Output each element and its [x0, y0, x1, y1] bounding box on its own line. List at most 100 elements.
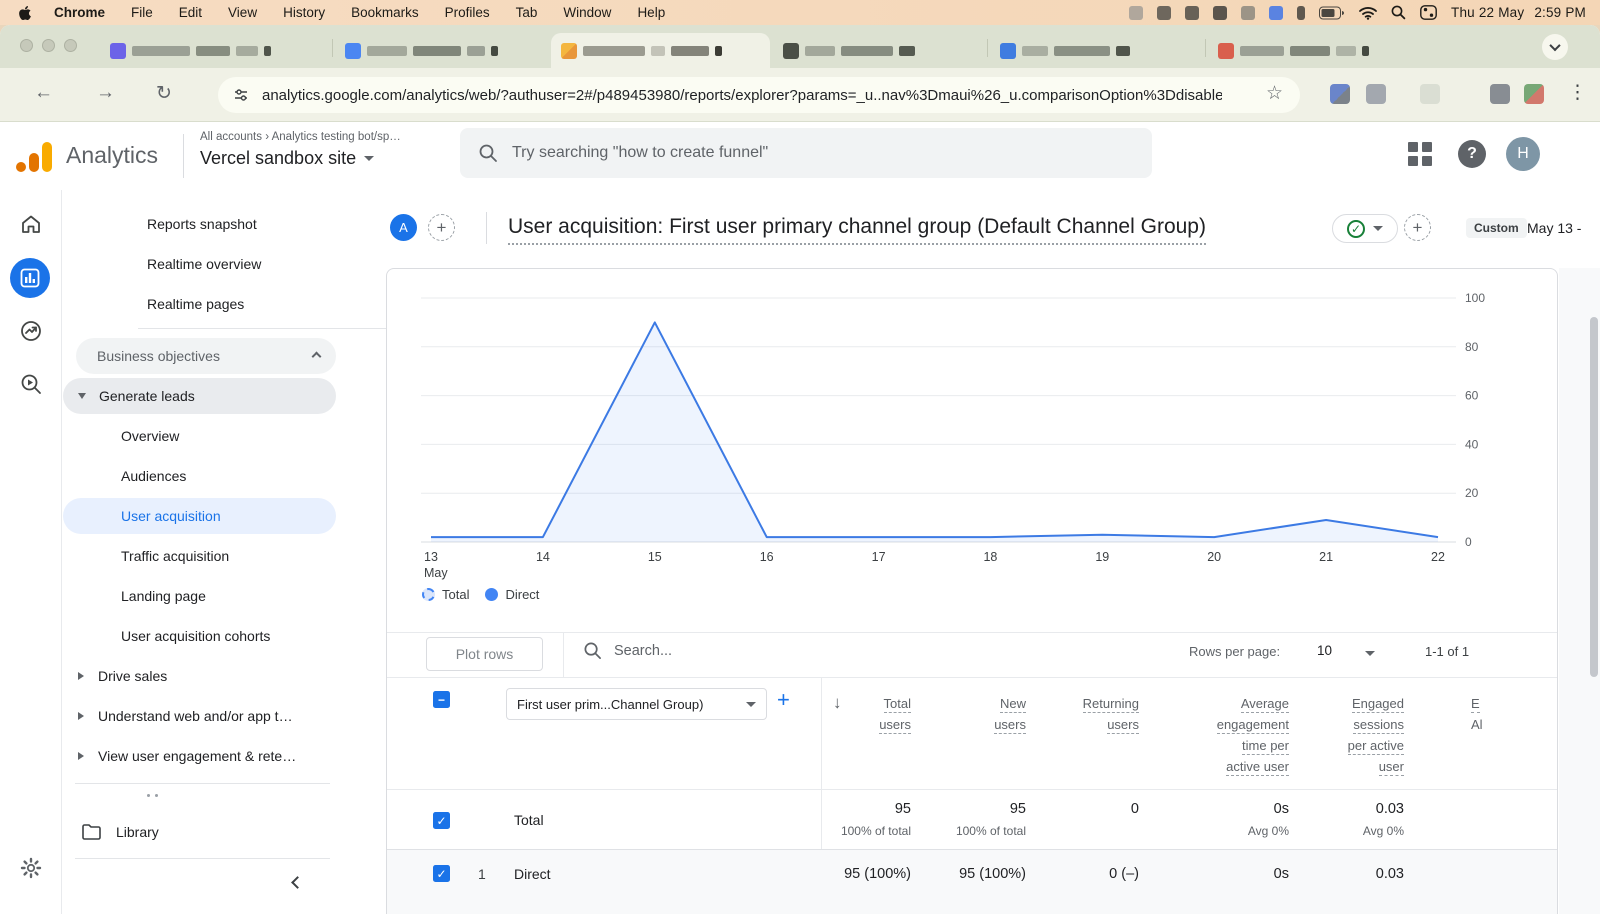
breadcrumb-account[interactable]: Analytics testing bot/sp… [272, 131, 401, 143]
legend-direct[interactable]: Direct [485, 587, 539, 602]
menubar-app-icon[interactable] [1185, 6, 1199, 20]
report-status-pill[interactable]: ✓ [1332, 214, 1398, 243]
row-checkbox[interactable]: ✓ [433, 865, 450, 882]
address-bar[interactable]: analytics.google.com/analytics/web/?auth… [218, 77, 1300, 113]
menu-edit[interactable]: Edit [179, 5, 202, 20]
menubar-date[interactable]: Thu 22 May [1451, 5, 1524, 20]
nav-audiences[interactable]: Audiences [121, 462, 186, 490]
date-range-value[interactable]: May 13 - [1527, 220, 1581, 236]
zoom-window-button[interactable] [64, 39, 77, 52]
group-understand-web-app[interactable]: Understand web and/or app t… [78, 702, 293, 730]
browser-tab[interactable] [990, 33, 1203, 68]
report-title[interactable]: User acquisition: First user primary cha… [508, 215, 1206, 245]
column-header-avg-engagement-time[interactable]: Averageengagement time peractive user [1217, 693, 1289, 777]
forward-button[interactable]: → [96, 82, 115, 104]
column-header-total-users[interactable]: Totalusers [879, 693, 911, 735]
menubar-app-icon[interactable] [1213, 6, 1227, 20]
column-header-new-users[interactable]: Newusers [994, 693, 1026, 735]
collapse-sidebar-button[interactable] [293, 874, 302, 890]
extension-icon[interactable] [1490, 84, 1510, 104]
bookmark-star-icon[interactable]: ☆ [1266, 82, 1283, 105]
menu-help[interactable]: Help [637, 5, 665, 20]
reload-button[interactable]: ↻ [156, 82, 172, 105]
account-avatar[interactable]: H [1506, 137, 1540, 171]
nav-traffic-acquisition[interactable]: Traffic acquisition [121, 542, 229, 570]
apps-grid-icon[interactable] [1408, 142, 1432, 166]
tab-search-chevron-button[interactable] [1542, 34, 1568, 60]
url-text[interactable]: analytics.google.com/analytics/web/?auth… [262, 87, 1222, 104]
table-search-input[interactable] [614, 643, 914, 659]
help-icon[interactable]: ? [1458, 140, 1486, 168]
add-dimension-button[interactable]: + [777, 687, 790, 713]
spotlight-search-icon[interactable] [1391, 5, 1406, 20]
nav-overview[interactable]: Overview [121, 422, 179, 450]
add-report-button[interactable]: + [1404, 214, 1431, 241]
sort-descending-icon[interactable]: ↓ [833, 693, 842, 713]
apple-logo-icon[interactable] [18, 5, 32, 21]
property-selector[interactable]: Vercel sandbox site [200, 148, 374, 169]
extension-icon[interactable] [1524, 84, 1544, 104]
menu-window[interactable]: Window [563, 5, 611, 20]
site-settings-icon[interactable] [228, 82, 254, 108]
nav-realtime-overview[interactable]: Realtime overview [147, 250, 261, 278]
reports-nav-active[interactable] [10, 258, 50, 298]
analytics-logo-icon[interactable] [16, 142, 54, 172]
line-chart[interactable]: 02040608010013141516171819202122May [387, 269, 1558, 581]
search-input[interactable] [512, 144, 1112, 162]
wifi-icon[interactable] [1359, 6, 1377, 20]
nav-user-acquisition-cohorts[interactable]: User acquisition cohorts [121, 622, 270, 650]
column-header-returning-users[interactable]: Returningusers [1083, 693, 1139, 735]
nav-reports-snapshot[interactable]: Reports snapshot [147, 210, 257, 238]
explore-icon[interactable] [19, 372, 43, 396]
group-generate-leads[interactable]: Generate leads [63, 378, 336, 414]
menu-history[interactable]: History [283, 5, 325, 20]
group-drive-sales[interactable]: Drive sales [78, 662, 167, 690]
browser-tab-active[interactable] [551, 33, 770, 68]
ga-search-bar[interactable] [460, 128, 1152, 178]
caret-down-icon[interactable] [1365, 651, 1375, 656]
menu-profiles[interactable]: Profiles [445, 5, 490, 20]
battery-icon[interactable] [1319, 6, 1345, 20]
date-range-custom-badge[interactable]: Custom [1466, 218, 1527, 238]
nav-landing-page[interactable]: Landing page [121, 582, 206, 610]
page-scrollbar[interactable] [1590, 317, 1598, 677]
menubar-app-icon[interactable] [1269, 6, 1283, 20]
extension-icon[interactable] [1330, 84, 1350, 104]
menu-file[interactable]: File [131, 5, 153, 20]
nav-user-acquisition-active[interactable]: User acquisition [63, 498, 336, 534]
control-center-icon[interactable] [1420, 5, 1437, 20]
menubar-app-icon[interactable] [1157, 6, 1171, 20]
menu-chrome[interactable]: Chrome [54, 5, 105, 20]
minimize-window-button[interactable] [42, 39, 55, 52]
menubar-app-icon[interactable] [1129, 6, 1143, 20]
totals-row-checkbox[interactable]: ✓ [433, 812, 450, 829]
menu-view[interactable]: View [228, 5, 257, 20]
browser-tab[interactable] [100, 33, 330, 68]
close-window-button[interactable] [20, 39, 33, 52]
legend-total[interactable]: Total [422, 587, 469, 602]
select-all-checkbox[interactable]: − [433, 691, 450, 708]
group-view-user-engagement[interactable]: View user engagement & rete… [78, 742, 296, 770]
browser-menu-icon[interactable]: ⋮ [1568, 81, 1587, 104]
row-dimension[interactable]: Direct [514, 866, 551, 882]
column-header-event-count-partial[interactable]: EAl [1471, 693, 1483, 735]
dimension-selector[interactable]: First user prim...Channel Group) [506, 688, 767, 720]
browser-tab[interactable] [1208, 33, 1442, 68]
add-comparison-button[interactable]: + [428, 214, 455, 241]
nav-library[interactable]: Library [82, 818, 159, 846]
rows-per-page-select[interactable]: 10 [1317, 643, 1332, 658]
browser-tab[interactable] [335, 33, 548, 68]
nav-realtime-pages[interactable]: Realtime pages [147, 290, 244, 318]
column-header-engaged-sessions[interactable]: Engagedsessions per activeuser [1348, 693, 1404, 777]
extension-icon[interactable] [1366, 84, 1386, 104]
table-search[interactable] [583, 641, 914, 660]
menubar-app-icon[interactable] [1241, 6, 1255, 20]
comparison-chip[interactable]: A [390, 214, 417, 241]
extension-icon[interactable] [1420, 84, 1440, 104]
section-business-objectives[interactable]: Business objectives [76, 338, 336, 374]
breadcrumb[interactable]: All accounts › Analytics testing bot/sp… [200, 131, 401, 143]
breadcrumb-all-accounts[interactable]: All accounts [200, 131, 262, 143]
advertising-icon[interactable] [19, 319, 43, 343]
plot-rows-button[interactable]: Plot rows [426, 637, 543, 671]
menu-tab[interactable]: Tab [516, 5, 538, 20]
